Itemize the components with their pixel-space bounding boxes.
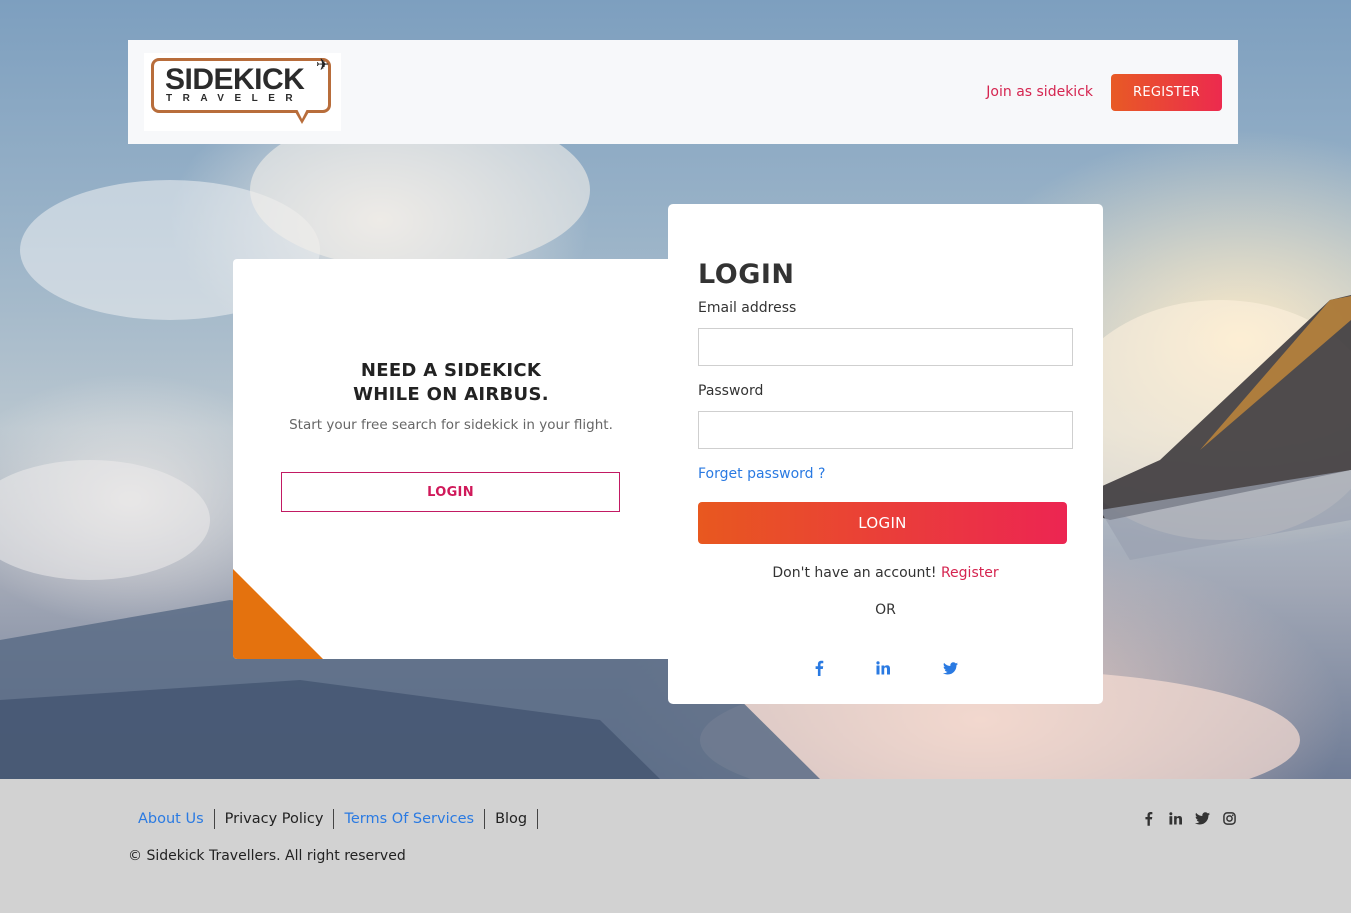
- facebook-icon[interactable]: [1140, 810, 1157, 827]
- top-navbar: ✈ SIDEKICK TRAVELER Join as sidekick REG…: [128, 40, 1238, 144]
- promo-card: NEED A SIDEKICK WHILE ON AIRBUS. Start y…: [233, 259, 669, 659]
- linkedin-icon[interactable]: [1167, 810, 1184, 827]
- login-submit-button[interactable]: LOGIN: [698, 502, 1067, 544]
- or-divider: OR: [875, 602, 896, 618]
- sidekick-logo[interactable]: ✈ SIDEKICK TRAVELER: [144, 53, 341, 131]
- email-field[interactable]: [698, 328, 1073, 366]
- footer-social-icons: [1140, 810, 1238, 827]
- footer: About Us Privacy Policy Terms Of Service…: [0, 779, 1351, 913]
- logo-title: SIDEKICK: [165, 63, 305, 96]
- email-label: Email address: [698, 300, 797, 316]
- promo-title-line2: WHILE ON AIRBUS.: [353, 384, 549, 405]
- footer-link-about-us[interactable]: About Us: [128, 809, 215, 829]
- register-link[interactable]: Register: [941, 565, 999, 581]
- promo-subtitle: Start your free search for sidekick in y…: [289, 417, 613, 433]
- corner-decoration: [233, 569, 323, 659]
- login-heading: LOGIN: [698, 259, 795, 290]
- join-as-sidekick-link[interactable]: Join as sidekick: [986, 84, 1093, 100]
- plane-icon: ✈: [316, 55, 330, 74]
- footer-links: About Us Privacy Policy Terms Of Service…: [128, 809, 539, 829]
- promo-title: NEED A SIDEKICK WHILE ON AIRBUS.: [233, 359, 669, 407]
- logo-subtitle: TRAVELER: [166, 93, 304, 104]
- no-account-text: Don't have an account!: [772, 565, 937, 581]
- password-field[interactable]: [698, 411, 1073, 449]
- footer-link-privacy-policy[interactable]: Privacy Policy: [215, 809, 335, 829]
- header-nav: Join as sidekick REGISTER: [986, 73, 1222, 111]
- linkedin-icon[interactable]: [872, 657, 894, 679]
- footer-link-terms-of-services[interactable]: Terms Of Services: [334, 809, 486, 829]
- no-account-row: Don't have an account! Register: [668, 565, 1103, 581]
- twitter-icon[interactable]: [939, 657, 961, 679]
- facebook-icon[interactable]: [808, 657, 830, 679]
- copyright-text: © Sidekick Travellers. All right reserve…: [128, 848, 406, 864]
- promo-title-line1: NEED A SIDEKICK: [360, 360, 542, 381]
- promo-login-button[interactable]: LOGIN: [281, 472, 620, 512]
- password-label: Password: [698, 383, 764, 399]
- register-button[interactable]: REGISTER: [1111, 73, 1222, 111]
- forgot-password-link[interactable]: Forget password ?: [698, 466, 825, 482]
- twitter-icon[interactable]: [1194, 810, 1211, 827]
- instagram-icon[interactable]: [1221, 810, 1238, 827]
- footer-link-blog[interactable]: Blog: [485, 809, 539, 829]
- login-card: LOGIN Email address Password Forget pass…: [668, 204, 1103, 704]
